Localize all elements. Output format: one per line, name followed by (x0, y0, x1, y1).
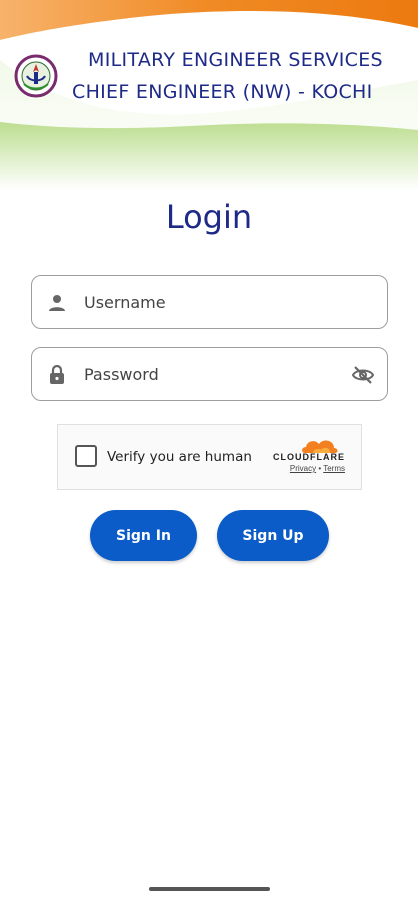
cloudflare-turnstile-widget: Verify you are human CLOUDFLARE Privacy … (57, 424, 362, 490)
cloudflare-links: Privacy • Terms (269, 464, 345, 473)
verify-label: Verify you are human (107, 449, 252, 465)
password-input[interactable] (84, 348, 334, 400)
privacy-link[interactable]: Privacy (290, 464, 316, 473)
mes-emblem-icon (14, 52, 58, 100)
cloudflare-branding: CLOUDFLARE Privacy • Terms (269, 436, 345, 473)
sign-up-button[interactable]: Sign Up (217, 510, 329, 561)
password-field[interactable] (31, 347, 388, 401)
organization-name: MILITARY ENGINEER SERVICES CHIEF ENGINEE… (72, 44, 412, 108)
verify-checkbox[interactable] (75, 445, 97, 467)
home-indicator[interactable] (149, 887, 270, 891)
cloudflare-wordmark: CLOUDFLARE (273, 452, 345, 462)
sign-in-button[interactable]: Sign In (90, 510, 197, 561)
lock-icon (45, 363, 69, 387)
org-line-1: MILITARY ENGINEER SERVICES (88, 49, 383, 71)
eye-off-icon[interactable] (351, 363, 375, 387)
org-line-2: CHIEF ENGINEER (NW) - KOCHI (72, 81, 373, 103)
link-separator: • (318, 464, 322, 473)
username-input[interactable] (84, 276, 334, 328)
terms-link[interactable]: Terms (323, 464, 345, 473)
person-icon (45, 291, 69, 315)
page-title: Login (165, 198, 253, 236)
username-field[interactable] (31, 275, 388, 329)
